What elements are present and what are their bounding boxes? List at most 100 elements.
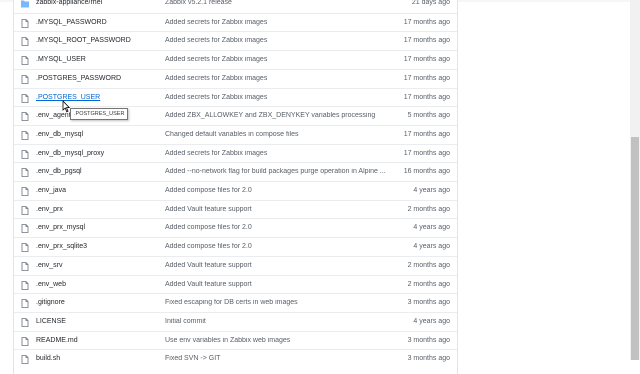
file-name-link[interactable]: .env_java [36,187,66,194]
file-name-link[interactable]: .MYSQL_USER [36,56,86,63]
file-icon [21,37,29,47]
file-icon [21,149,29,159]
file-icon [21,261,29,271]
commit-message-link[interactable]: Added secrets for Zabbix images [165,75,394,82]
commit-age: 17 months ago [403,56,450,64]
commit-message-link[interactable]: Added secrets for Zabbix images [165,37,394,44]
file-row[interactable]: .POSTGRES_USER Added secrets for Zabbix i… [14,87,457,107]
commit-age: 4 years ago [413,224,450,232]
commit-message-link[interactable]: Added compose files for 2.0 [165,224,394,231]
commit-message-link[interactable]: Added Vault feature support [165,206,394,213]
file-row[interactable]: .env_prx_mysql Added compose files for 2.… [14,218,457,237]
folder-icon [21,0,29,8]
commit-age: 5 months ago [407,112,450,120]
commit-age: 4 years ago [413,317,450,325]
file-row[interactable]: .POSTGRES_PASSWORD Added secrets for Zabb… [14,68,457,88]
file-row[interactable]: build.sh Fixed SVN -> GIT 3 months ago [14,349,457,368]
commit-message-link[interactable]: Added Vault feature support [165,262,394,269]
commit-message-link[interactable]: Added ZBX_ALLOWKEY and ZBX_DENYKEY varia… [165,112,394,119]
commit-age: 2 months ago [407,261,450,269]
commit-age: 4 years ago [413,243,450,251]
file-name-link[interactable]: .POSTGRES_PASSWORD [36,75,121,82]
file-icon [21,112,29,122]
file-name-link[interactable]: .gitignore [36,299,65,306]
file-icon [21,130,29,140]
file-row[interactable]: .env_db_mysql_proxy Added secrets for Zab… [14,143,457,163]
commit-message-link[interactable]: Added secrets for Zabbix images [165,19,394,26]
commit-message-link[interactable]: Initial commit [165,318,394,325]
file-row[interactable]: .MYSQL_PASSWORD Added secrets for Zabbix … [14,12,457,32]
file-row[interactable]: .env_prx_sqlite3 Added compose files for … [14,237,457,256]
commit-age: 3 months ago [407,355,450,363]
file-name-link[interactable]: .env_db_mysql_proxy [36,150,104,157]
file-icon [21,205,29,215]
commit-age: 17 months ago [403,130,450,138]
commit-age: 3 months ago [407,336,450,344]
file-name-link[interactable]: .MYSQL_ROOT_PASSWORD [36,37,131,44]
file-row[interactable]: .MYSQL_USER Added secrets for Zabbix imag… [14,50,457,69]
commit-message-link[interactable]: Changed default variables in compose fil… [165,131,394,138]
file-icon [21,187,29,196]
commit-message-link[interactable]: Added secrets for Zabbix images [165,150,394,157]
file-name-link[interactable]: .env_prx [36,206,63,213]
file-row[interactable]: .env_web Added Vault feature support 2 mon… [14,274,457,294]
file-name-link[interactable]: .env_agent [36,112,71,119]
commit-age: 17 months ago [403,18,450,26]
file-row[interactable]: .env_srv Added Vault feature support 2 mon… [14,255,457,275]
commit-message-link[interactable]: Added Vault feature support [165,281,394,288]
commit-age: 4 years ago [413,187,450,194]
commit-age: 17 months ago [403,37,450,45]
file-row[interactable]: .MYSQL_ROOT_PASSWORD Added secrets for Za… [14,31,457,50]
file-name-link[interactable]: .env_prx_sqlite3 [36,243,87,250]
commit-age: 17 months ago [403,93,450,101]
commit-message-link[interactable]: Added secrets for Zabbix images [165,56,394,63]
file-row[interactable]: .gitignore Fixed escaping for DB certs in… [14,293,457,312]
mouse-pointer-icon [62,100,70,113]
commit-age: 21 days ago [411,0,450,6]
commit-age: 17 months ago [403,149,450,157]
file-icon [21,18,29,28]
scrollbar-thumb[interactable] [631,137,639,360]
file-icon [21,74,29,84]
commit-message-link[interactable]: Added compose files for 2.0 [165,187,394,194]
file-name-link[interactable]: .MYSQL_PASSWORD [36,19,107,26]
file-row[interactable]: README.md Use env variables in Zabbix web… [14,330,457,350]
commit-message-link[interactable]: Use env variables in Zabbix web images [165,337,394,344]
commit-age: 3 months ago [407,299,450,307]
file-name-link[interactable]: .env_db_pgsql [36,168,82,175]
file-name-link[interactable]: LICENSE [36,318,66,325]
tooltip: .POSTGRES_USER [70,108,129,120]
file-icon [21,317,29,327]
commit-message-link[interactable]: Added --no-network flag for build packag… [165,168,394,175]
file-icon [21,243,29,252]
commit-message-link[interactable]: Fixed SVN -> GIT [165,355,394,362]
file-name-link[interactable]: README.md [36,337,78,344]
file-row[interactable]: LICENSE Initial commit 4 years ago [14,311,457,331]
file-name-link[interactable]: build.sh [36,355,60,362]
file-icon [21,56,29,65]
file-name-link[interactable]: zabbix-appliance/rhel [36,0,102,6]
scrollbar[interactable] [630,0,640,360]
file-icon [21,336,29,346]
file-icon [21,280,29,290]
file-icon [21,299,29,309]
commit-message-link[interactable]: Added compose files for 2.0 [165,243,394,250]
commit-message-link[interactable]: Zabbix v5.2.1 release [165,0,394,6]
file-row[interactable]: .env_java Added compose files for 2.0 4 ye… [14,181,457,200]
commit-message-link[interactable]: Fixed escaping for DB certs in web image… [165,299,394,306]
file-row[interactable]: .env_db_pgsql Added --no-network flag for… [14,162,457,181]
file-row[interactable]: .env_db_mysql Changed default variables i… [14,124,457,144]
file-row[interactable]: .env_prx Added Vault feature support 2 mon… [14,199,457,219]
file-name-link[interactable]: .env_db_mysql [36,131,83,138]
file-icon [21,224,29,234]
file-list: zabbix-appliance/rhel Zabbix v5.2.1 relea… [13,0,458,374]
commit-age: 17 months ago [403,74,450,82]
file-name-link[interactable]: .env_prx_mysql [36,224,85,231]
commit-age: 2 months ago [407,280,450,288]
file-name-link[interactable]: .env_web [36,281,66,288]
commit-age: 2 months ago [407,205,450,213]
commit-message-link[interactable]: Added secrets for Zabbix images [165,94,394,101]
file-icon [21,168,29,178]
file-name-link[interactable]: .env_srv [36,262,62,269]
file-row[interactable]: zabbix-appliance/rhel Zabbix v5.2.1 relea… [14,0,457,13]
